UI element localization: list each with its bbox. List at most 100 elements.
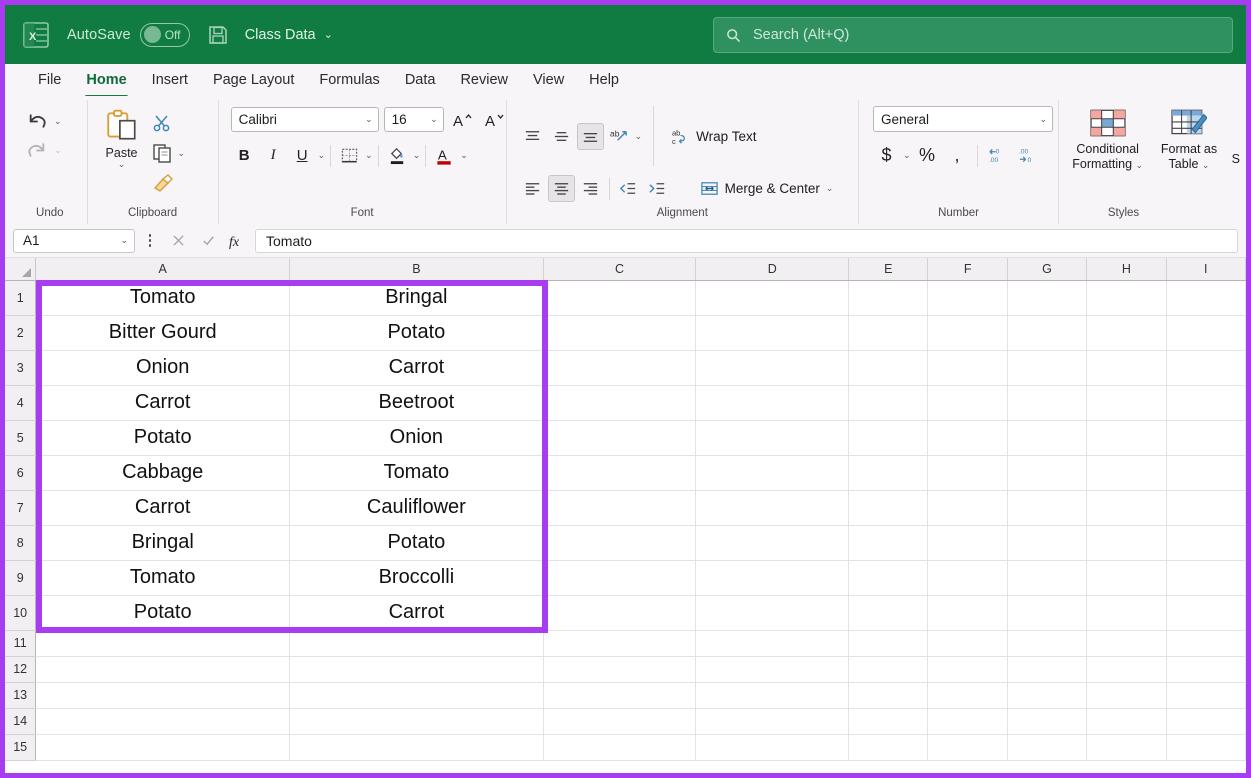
cell-I13[interactable] bbox=[1166, 682, 1246, 709]
bold-button[interactable]: B bbox=[231, 142, 258, 169]
row-header-8[interactable]: 8 bbox=[5, 525, 37, 561]
cell-H14[interactable] bbox=[1086, 708, 1167, 735]
cell-C8[interactable] bbox=[543, 525, 697, 561]
cell-I5[interactable] bbox=[1166, 420, 1246, 456]
cell-D3[interactable] bbox=[695, 350, 850, 386]
cell-A15[interactable] bbox=[35, 734, 291, 761]
column-header-c[interactable]: C bbox=[543, 258, 697, 281]
decrease-decimal-icon[interactable]: .00 0 bbox=[1014, 142, 1041, 169]
cell-A6[interactable]: Cabbage bbox=[35, 455, 291, 491]
cell-G11[interactable] bbox=[1007, 630, 1088, 657]
cell-B6[interactable]: Tomato bbox=[289, 455, 544, 491]
redo-icon[interactable] bbox=[25, 141, 49, 160]
font-size-select[interactable]: 16 ⌄ bbox=[383, 107, 444, 132]
cell-G2[interactable] bbox=[1007, 315, 1088, 351]
cell-B7[interactable]: Cauliflower bbox=[289, 490, 544, 526]
row-header-12[interactable]: 12 bbox=[5, 656, 37, 683]
cell-G13[interactable] bbox=[1007, 682, 1088, 709]
cell-B15[interactable] bbox=[289, 734, 544, 761]
tab-page-layout[interactable]: Page Layout bbox=[202, 69, 305, 92]
cell-E1[interactable] bbox=[848, 280, 929, 316]
underline-button[interactable]: U bbox=[289, 142, 316, 169]
cell-C11[interactable] bbox=[543, 630, 697, 657]
row-header-5[interactable]: 5 bbox=[5, 420, 37, 456]
cell-H11[interactable] bbox=[1086, 630, 1167, 657]
cell-G3[interactable] bbox=[1007, 350, 1088, 386]
cell-H10[interactable] bbox=[1086, 595, 1167, 631]
cell-H3[interactable] bbox=[1086, 350, 1167, 386]
cell-H5[interactable] bbox=[1086, 420, 1167, 456]
cell-F13[interactable] bbox=[927, 682, 1008, 709]
row-header-11[interactable]: 11 bbox=[5, 630, 37, 657]
number-format-select[interactable]: General ⌄ bbox=[873, 106, 1054, 132]
cell-C12[interactable] bbox=[543, 656, 697, 683]
cell-D8[interactable] bbox=[695, 525, 850, 561]
comma-style-icon[interactable]: , bbox=[944, 142, 971, 169]
row-header-1[interactable]: 1 bbox=[5, 280, 37, 316]
cell-F1[interactable] bbox=[927, 280, 1008, 316]
tab-view[interactable]: View bbox=[522, 69, 575, 92]
borders-icon[interactable] bbox=[336, 142, 363, 169]
cell-G10[interactable] bbox=[1007, 595, 1088, 631]
paste-button[interactable]: Paste ⌄ bbox=[94, 106, 150, 169]
cell-H2[interactable] bbox=[1086, 315, 1167, 351]
cell-A9[interactable]: Tomato bbox=[35, 560, 291, 596]
cell-C2[interactable] bbox=[543, 315, 697, 351]
tab-data[interactable]: Data bbox=[394, 69, 447, 92]
cell-G8[interactable] bbox=[1007, 525, 1088, 561]
column-header-b[interactable]: B bbox=[289, 258, 544, 281]
cell-C9[interactable] bbox=[543, 560, 697, 596]
font-color-chevron-down-icon[interactable]: ⌄ bbox=[460, 151, 468, 160]
cell-E13[interactable] bbox=[848, 682, 929, 709]
cell-I9[interactable] bbox=[1166, 560, 1246, 596]
cell-I1[interactable] bbox=[1166, 280, 1246, 316]
cell-F9[interactable] bbox=[927, 560, 1008, 596]
spreadsheet-grid[interactable]: A B C D E F G H I 1 Tomato Bringal 2 Bitter … bbox=[5, 258, 1246, 761]
font-family-select[interactable]: Calibri ⌄ bbox=[230, 107, 379, 132]
cell-D10[interactable] bbox=[695, 595, 850, 631]
cell-D7[interactable] bbox=[695, 490, 850, 526]
cell-D12[interactable] bbox=[695, 656, 850, 683]
cell-A7[interactable]: Carrot bbox=[35, 490, 291, 526]
cell-A2[interactable]: Bitter Gourd bbox=[35, 315, 291, 351]
cell-E3[interactable] bbox=[848, 350, 929, 386]
cell-I6[interactable] bbox=[1166, 455, 1246, 491]
format-painter-brush-icon[interactable] bbox=[152, 173, 174, 193]
formula-bar-more-options-icon[interactable] bbox=[143, 234, 157, 247]
cell-D11[interactable] bbox=[695, 630, 850, 657]
cell-E8[interactable] bbox=[848, 525, 929, 561]
undo-chevron-down-icon[interactable]: ⌄ bbox=[54, 117, 62, 126]
cell-F10[interactable] bbox=[927, 595, 1008, 631]
cell-B12[interactable] bbox=[289, 656, 544, 683]
cell-D13[interactable] bbox=[695, 682, 850, 709]
cell-A14[interactable] bbox=[35, 708, 291, 735]
cell-B2[interactable]: Potato bbox=[289, 315, 544, 351]
cell-A11[interactable] bbox=[35, 630, 291, 657]
formula-input[interactable]: Tomato bbox=[255, 228, 1238, 253]
shrink-font-icon[interactable]: A bbox=[481, 106, 508, 133]
cell-F12[interactable] bbox=[927, 656, 1008, 683]
cell-E5[interactable] bbox=[848, 420, 929, 456]
text-orientation-icon[interactable]: ab bbox=[606, 123, 633, 150]
row-header-10[interactable]: 10 bbox=[5, 595, 37, 631]
cell-H7[interactable] bbox=[1086, 490, 1167, 526]
cell-A5[interactable]: Potato bbox=[35, 420, 291, 456]
underline-chevron-down-icon[interactable]: ⌄ bbox=[318, 151, 326, 160]
cell-D1[interactable] bbox=[695, 280, 850, 316]
fill-color-chevron-down-icon[interactable]: ⌄ bbox=[413, 151, 421, 160]
cell-E10[interactable] bbox=[848, 595, 929, 631]
cell-B8[interactable]: Potato bbox=[289, 525, 544, 561]
cell-D4[interactable] bbox=[695, 385, 850, 421]
row-header-14[interactable]: 14 bbox=[5, 708, 37, 735]
column-header-e[interactable]: E bbox=[848, 258, 929, 281]
cell-B4[interactable]: Beetroot bbox=[289, 385, 544, 421]
cell-H15[interactable] bbox=[1086, 734, 1167, 761]
cell-G1[interactable] bbox=[1007, 280, 1088, 316]
row-header-6[interactable]: 6 bbox=[5, 455, 37, 491]
align-middle-icon[interactable] bbox=[548, 123, 575, 150]
merge-center-chevron-down-icon[interactable]: ⌄ bbox=[826, 184, 834, 193]
cell-F7[interactable] bbox=[927, 490, 1008, 526]
align-center-icon[interactable] bbox=[547, 175, 575, 202]
cell-C6[interactable] bbox=[543, 455, 697, 491]
row-header-13[interactable]: 13 bbox=[5, 682, 37, 709]
